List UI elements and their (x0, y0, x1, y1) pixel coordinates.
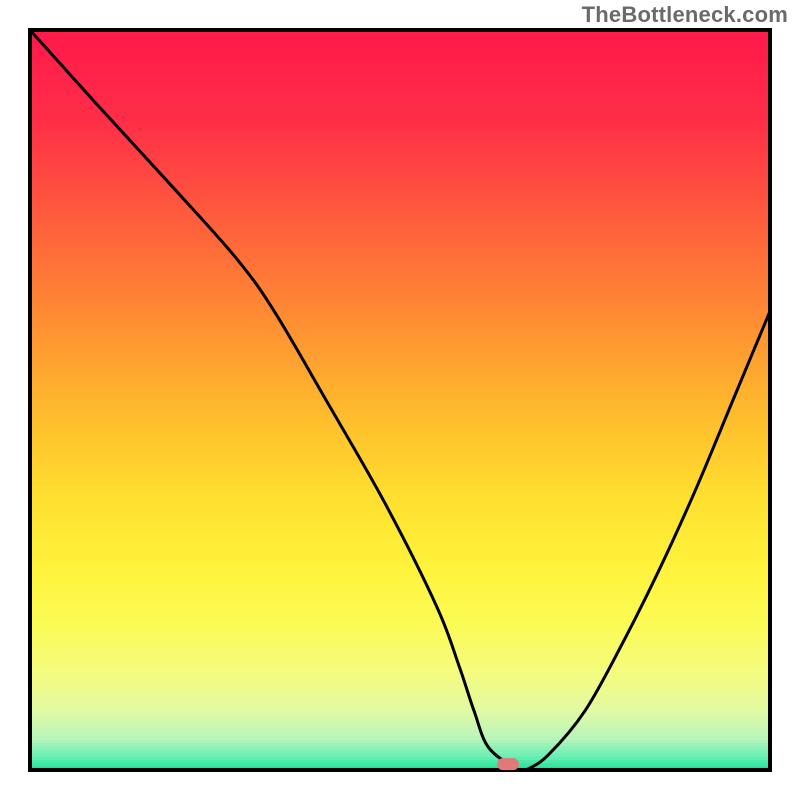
watermark-label: TheBottleneck.com (582, 2, 788, 28)
bottleneck-chart (0, 0, 800, 800)
chart-gradient-fill (30, 30, 770, 774)
optimum-marker (497, 758, 519, 770)
